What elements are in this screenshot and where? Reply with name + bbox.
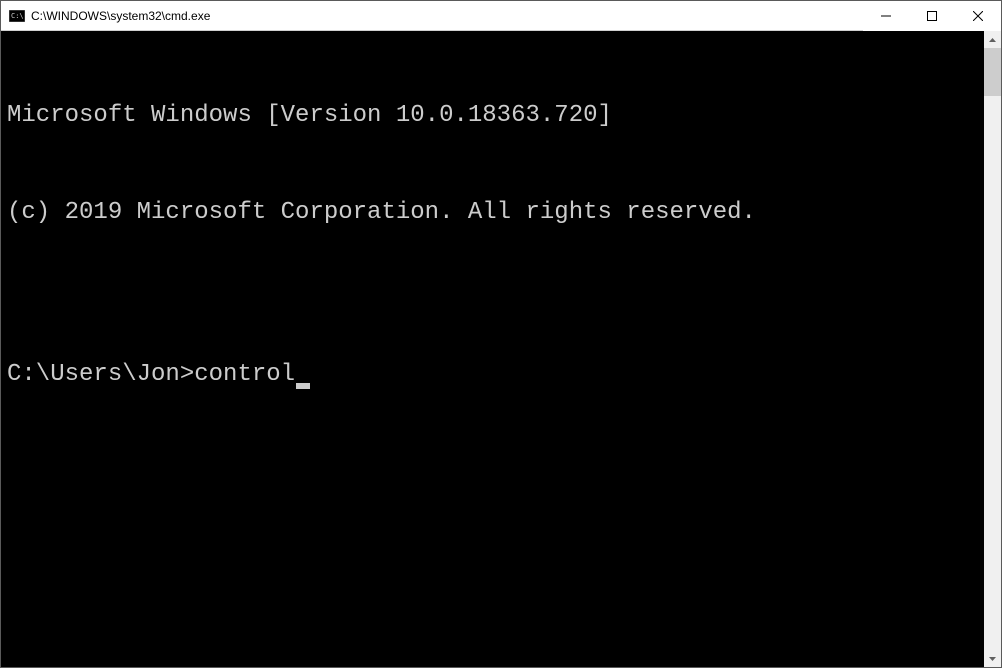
close-button[interactable] <box>955 1 1001 31</box>
scroll-down-button[interactable] <box>984 650 1001 667</box>
copyright-line: (c) 2019 Microsoft Corporation. All righ… <box>7 197 978 229</box>
scroll-thumb[interactable] <box>984 48 1001 96</box>
window-controls <box>863 1 1001 30</box>
terminal-output[interactable]: Microsoft Windows [Version 10.0.18363.72… <box>1 31 984 667</box>
cursor <box>296 383 310 389</box>
command-text: control <box>194 359 295 391</box>
maximize-button[interactable] <box>909 1 955 31</box>
titlebar[interactable]: C:\ C:\WINDOWS\system32\cmd.exe <box>1 1 1001 31</box>
svg-text:C:\: C:\ <box>11 12 24 20</box>
version-line: Microsoft Windows [Version 10.0.18363.72… <box>7 100 978 132</box>
scroll-track[interactable] <box>984 48 1001 650</box>
scroll-up-button[interactable] <box>984 31 1001 48</box>
prompt-line: C:\Users\Jon>control <box>7 359 978 391</box>
window-title: C:\WINDOWS\system32\cmd.exe <box>31 1 863 31</box>
cmd-icon: C:\ <box>9 8 25 24</box>
prompt-text: C:\Users\Jon> <box>7 359 194 391</box>
content-area: Microsoft Windows [Version 10.0.18363.72… <box>1 31 1001 667</box>
minimize-button[interactable] <box>863 1 909 31</box>
vertical-scrollbar[interactable] <box>984 31 1001 667</box>
cmd-window: C:\ C:\WINDOWS\system32\cmd.exe <box>0 0 1002 668</box>
